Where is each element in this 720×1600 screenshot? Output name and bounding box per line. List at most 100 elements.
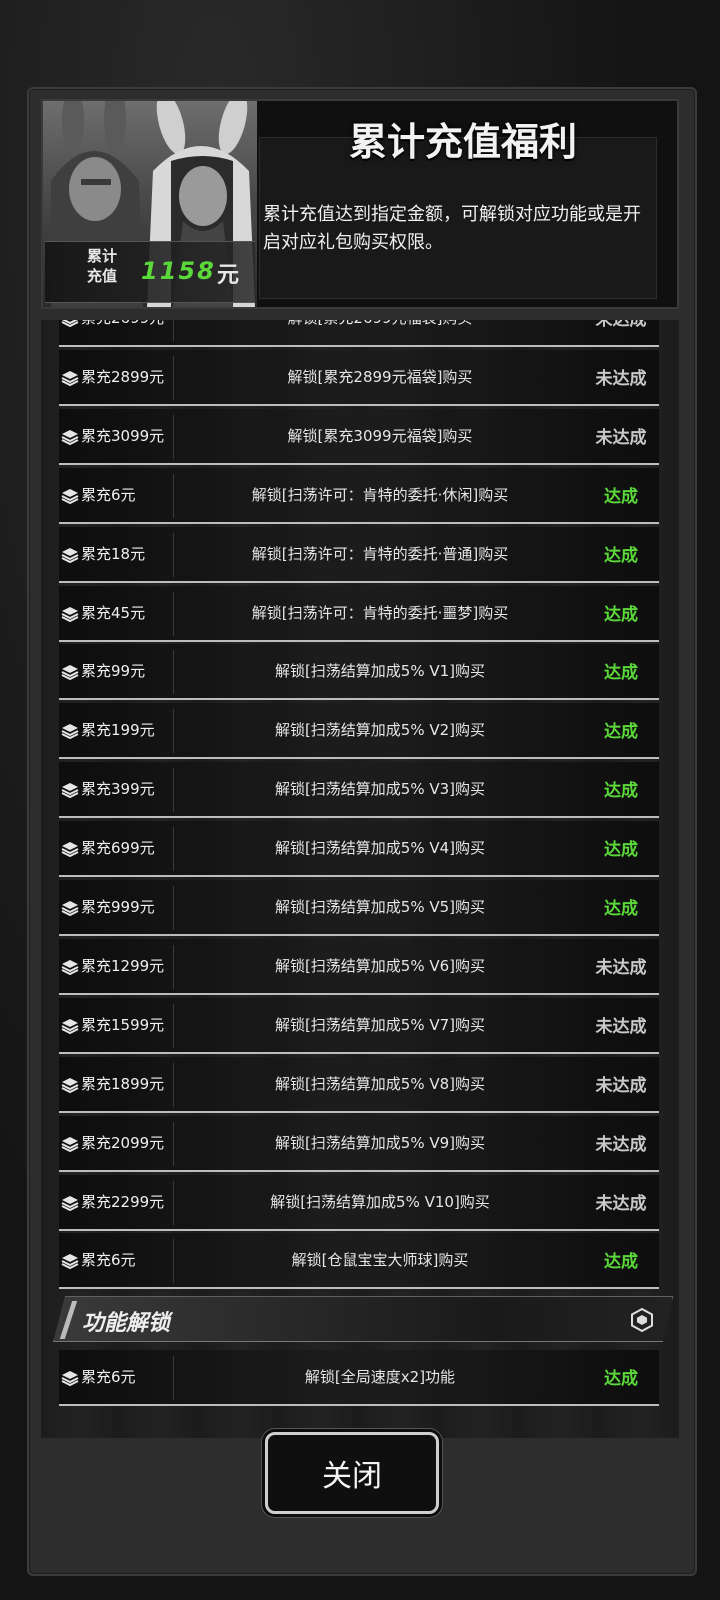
row-amount: 累充1599元 xyxy=(81,1015,165,1034)
list-item: 累充2899元 解锁[累充2899元福袋]购买 未达成 xyxy=(59,349,659,406)
row-divider xyxy=(173,414,174,459)
row-amount: 累充6元 xyxy=(81,1251,136,1270)
row-divider xyxy=(173,1180,174,1225)
row-amount: 累充99元 xyxy=(81,662,146,681)
row-amount: 累充1899元 xyxy=(81,1074,165,1093)
close-button[interactable]: 关闭 xyxy=(265,1432,439,1514)
list-item: 累充1599元 解锁[扫荡结算加成5% V7]购买 未达成 xyxy=(59,997,659,1054)
row-reward: 解锁[扫荡结算加成5% V1]购买 xyxy=(274,662,486,681)
row-status: 达成 xyxy=(604,1369,638,1390)
list-item: 累充399元 解锁[扫荡结算加成5% V3]购买 达成 xyxy=(59,762,659,819)
stack-icon xyxy=(61,722,79,740)
reward-list[interactable]: 累充2699元解锁[累充2699元福袋]购买未达成累充2899元解锁[累充289… xyxy=(41,320,679,1438)
stack-icon xyxy=(61,840,79,858)
row-status: 未达成 xyxy=(595,320,647,330)
row-divider xyxy=(173,827,174,872)
row-reward: 解锁[扫荡许可：肯特的委托·休闲]购买 xyxy=(251,485,509,504)
row-reward: 解锁[扫荡结算加成5% V8]购买 xyxy=(274,1074,486,1093)
list-item: 累充6元 解锁[全局速度x2]功能 达成 xyxy=(59,1350,659,1407)
row-reward: 解锁[扫荡结算加成5% V9]购买 xyxy=(274,1133,486,1152)
total-recharge-label: 累计 充值 xyxy=(67,246,137,286)
row-reward: 解锁[累充2699元福袋]购买 xyxy=(175,320,585,328)
row-divider xyxy=(173,944,174,989)
row-amount: 累充699元 xyxy=(81,839,155,858)
row-divider xyxy=(173,532,174,577)
row-reward: 解锁[扫荡结算加成5% V6]购买 xyxy=(274,956,486,975)
row-amount: 累充1299元 xyxy=(81,956,165,975)
row-status: 未达成 xyxy=(595,1134,647,1155)
row-divider xyxy=(173,473,174,518)
row-reward: 解锁[扫荡许可：肯特的委托·噩梦]购买 xyxy=(251,603,509,622)
list-item: 累充45元 解锁[扫荡许可：肯特的委托·噩梦]购买 达成 xyxy=(59,585,659,642)
list-item: 累充6元 解锁[扫荡许可：肯特的委托·休闲]购买 达成 xyxy=(59,467,659,524)
stack-icon xyxy=(61,428,79,446)
stack-icon xyxy=(61,781,79,799)
stack-icon xyxy=(61,1017,79,1035)
row-status: 达成 xyxy=(604,899,638,919)
stack-icon xyxy=(61,1135,79,1153)
row-divider xyxy=(173,355,174,400)
row-amount: 累充18元 xyxy=(81,544,146,563)
row-reward: 解锁[扫荡结算加成5% V4]购买 xyxy=(274,839,486,858)
row-reward: 解锁[累充3099元福袋]购买 xyxy=(287,426,473,445)
stack-icon xyxy=(61,958,79,976)
row-amount: 累充6元 xyxy=(81,485,136,504)
list-item: 累充6元 解锁[仓鼠宝宝大师球]购买 达成 xyxy=(59,1233,659,1290)
row-status: 达成 xyxy=(604,722,638,743)
row-reward: 解锁[累充2899元福袋]购买 xyxy=(287,367,473,386)
row-reward: 解锁[仓鼠宝宝大师球]购买 xyxy=(291,1251,469,1270)
row-amount: 累充45元 xyxy=(81,603,146,622)
stack-icon xyxy=(61,546,79,564)
list-item: 累充999元 解锁[扫荡结算加成5% V5]购买 达成 xyxy=(59,880,659,936)
list-item: 累充1899元 解锁[扫荡结算加成5% V8]购买 未达成 xyxy=(59,1056,659,1113)
row-status: 达成 xyxy=(604,663,638,684)
row-divider xyxy=(173,650,174,695)
row-amount: 累充199元 xyxy=(81,721,155,740)
row-amount: 累充2899元 xyxy=(81,367,165,386)
total-recharge-value: 1158 xyxy=(141,257,216,285)
row-status: 达成 xyxy=(604,840,638,861)
total-label-line1: 累计 xyxy=(86,247,117,265)
row-status: 达成 xyxy=(604,781,638,802)
stack-icon xyxy=(61,663,79,681)
stack-icon xyxy=(61,320,79,328)
section-header-feature-unlock: 功能解锁 xyxy=(53,1296,673,1342)
row-amount: 累充999元 xyxy=(81,898,155,916)
list-item: 累充2299元 解锁[扫荡结算加成5% V10]购买 未达成 xyxy=(59,1174,659,1231)
section-slash xyxy=(60,1301,77,1339)
row-status: 达成 xyxy=(604,486,638,507)
stack-icon xyxy=(61,605,79,623)
stack-icon xyxy=(61,1076,79,1094)
stack-icon xyxy=(61,899,79,917)
row-divider xyxy=(173,709,174,754)
row-status: 未达成 xyxy=(595,1193,647,1214)
row-amount: 累充399元 xyxy=(81,780,155,799)
stack-icon xyxy=(61,487,79,505)
dialog-header: 累计 充值 1158 元 累计充值福利 累计充值达到指定金额，可解锁对应功能或是… xyxy=(41,99,679,309)
list-item: 累充3099元 解锁[累充3099元福袋]购买 未达成 xyxy=(59,408,659,465)
row-divider xyxy=(173,1062,174,1107)
total-recharge-unit: 元 xyxy=(217,263,240,288)
row-divider xyxy=(173,886,174,930)
list-item: 累充1299元 解锁[扫荡结算加成5% V6]购买 未达成 xyxy=(59,938,659,995)
stack-icon xyxy=(61,1252,79,1270)
row-status: 达成 xyxy=(604,545,638,566)
row-divider xyxy=(173,1003,174,1048)
stack-icon xyxy=(61,1369,79,1387)
row-reward: 解锁[扫荡结算加成5% V5]购买 xyxy=(274,898,486,916)
row-reward: 解锁[扫荡许可：肯特的委托·普通]购买 xyxy=(251,544,509,563)
stack-icon xyxy=(61,1194,79,1212)
row-reward: 解锁[扫荡结算加成5% V2]购买 xyxy=(274,721,486,740)
total-label-line2: 充值 xyxy=(86,267,117,285)
total-recharge-box: 累计 充值 1158 元 xyxy=(45,241,255,303)
row-status: 未达成 xyxy=(595,1016,647,1037)
row-reward: 解锁[扫荡结算加成5% V3]购买 xyxy=(274,780,486,799)
list-item: 累充18元 解锁[扫荡许可：肯特的委托·普通]购买 达成 xyxy=(59,526,659,583)
list-item: 累充2099元 解锁[扫荡结算加成5% V9]购买 未达成 xyxy=(59,1115,659,1172)
hexagon-icon xyxy=(630,1308,654,1332)
list-item: 累充99元 解锁[扫荡结算加成5% V1]购买 达成 xyxy=(59,644,659,701)
row-divider xyxy=(173,1239,174,1284)
page-title: 累计充值福利 xyxy=(348,120,577,164)
row-divider xyxy=(173,768,174,813)
stack-icon xyxy=(61,369,79,387)
